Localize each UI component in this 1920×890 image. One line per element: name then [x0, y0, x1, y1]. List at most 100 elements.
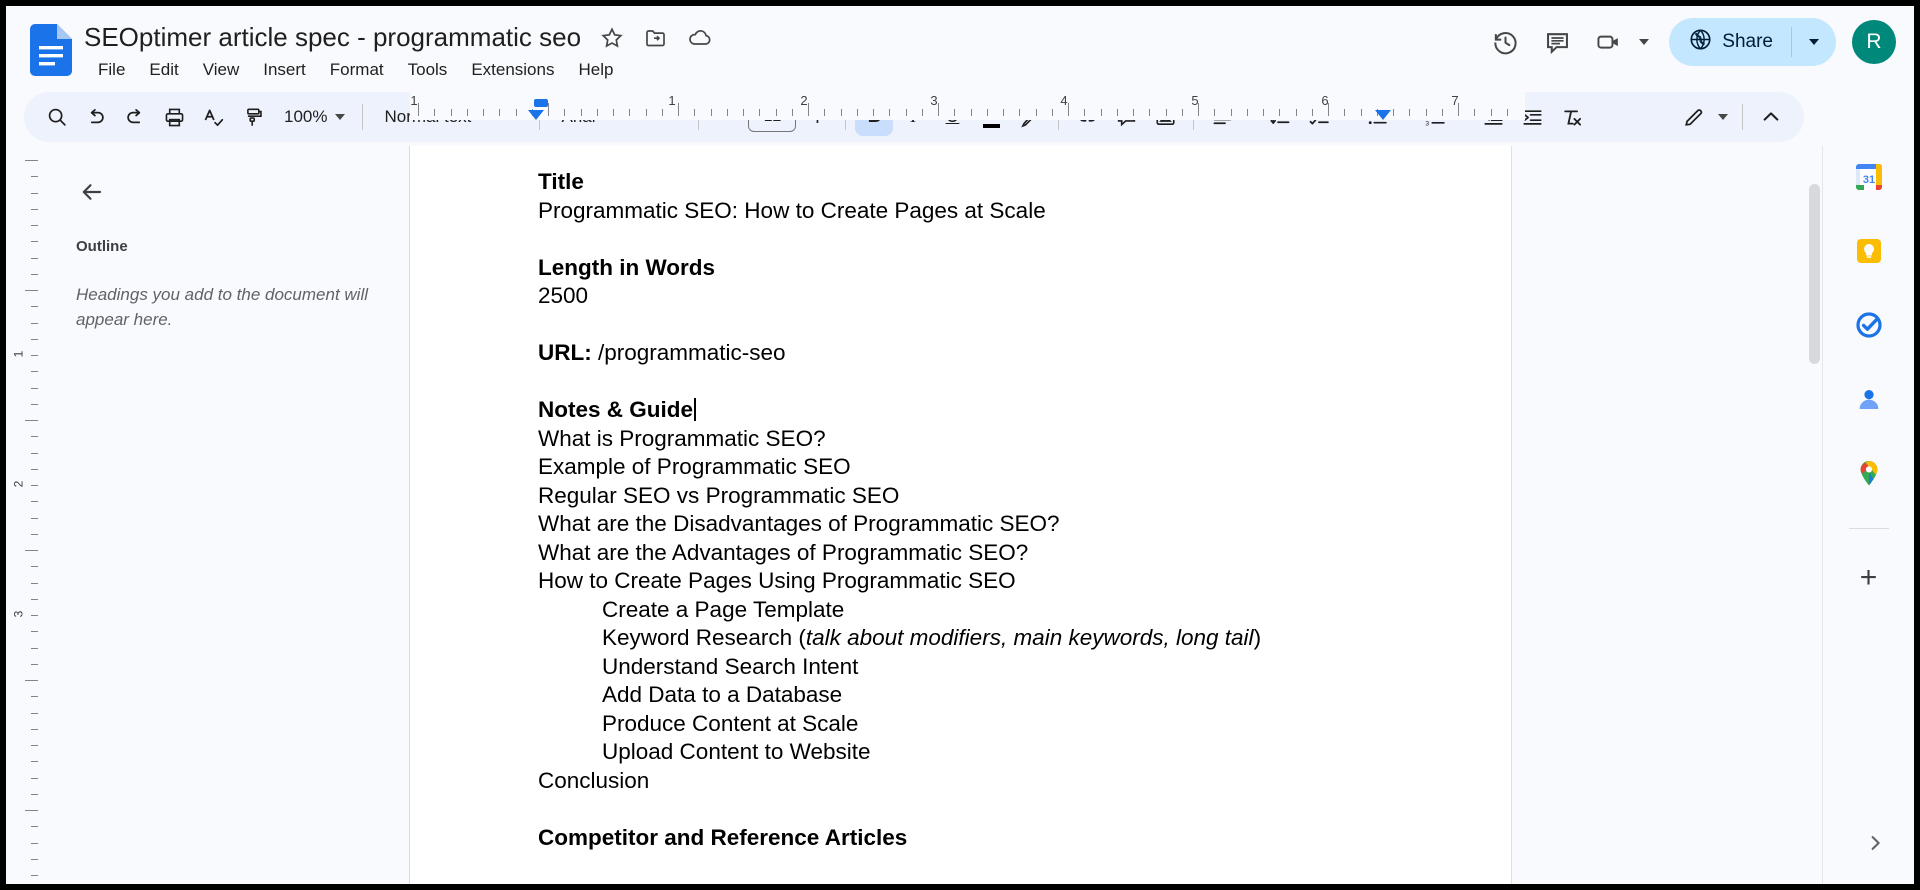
ruler-number: 3 — [930, 93, 937, 108]
share-dropdown-caret[interactable] — [1792, 18, 1836, 66]
editing-mode-dropdown-caret[interactable] — [1713, 98, 1733, 136]
ruler-tick — [1393, 109, 1394, 116]
document-paragraph[interactable]: Regular SEO vs Programmatic SEO — [538, 482, 1511, 511]
ruler-tick — [31, 209, 38, 210]
spellcheck-icon[interactable] — [194, 98, 232, 136]
share-button[interactable]: Share — [1669, 18, 1836, 66]
hide-toolbar-chevron-icon[interactable] — [1752, 98, 1790, 136]
vertical-scrollbar[interactable] — [1806, 146, 1822, 884]
document-paragraph[interactable]: Title — [538, 168, 1511, 197]
google-calendar-icon[interactable]: 31 — [1846, 154, 1892, 200]
ruler-tick — [31, 843, 38, 844]
right-indent-marker[interactable] — [1375, 110, 1391, 120]
version-history-icon[interactable] — [1481, 18, 1529, 66]
ruler-tick — [1426, 109, 1427, 116]
star-icon[interactable] — [599, 25, 625, 51]
redo-icon[interactable] — [116, 98, 154, 136]
search-icon[interactable] — [38, 98, 76, 136]
menu-insert[interactable]: Insert — [251, 58, 318, 82]
left-indent-marker[interactable] — [528, 110, 544, 120]
move-to-folder-icon[interactable] — [643, 25, 669, 51]
google-docs-icon[interactable] — [30, 24, 72, 76]
ruler-tick — [25, 160, 38, 161]
document-paragraph[interactable]: What are the Advantages of Programmatic … — [538, 539, 1511, 568]
page-title[interactable]: SEOptimer article spec - programmatic se… — [84, 22, 581, 53]
ruler-tick — [25, 680, 38, 681]
document-paragraph[interactable]: How to Create Pages Using Programmatic S… — [538, 567, 1511, 596]
ruler-tick — [31, 599, 38, 600]
document-paragraph[interactable]: Notes & Guide — [538, 396, 1511, 425]
document-paragraph[interactable]: What is Programmatic SEO? — [538, 425, 1511, 454]
google-tasks-icon[interactable] — [1846, 302, 1892, 348]
ruler-tick — [31, 778, 38, 779]
ruler-tick — [1052, 109, 1053, 116]
add-sidepanel-button[interactable]: + — [1846, 555, 1892, 601]
ruler-tick — [25, 290, 38, 291]
editing-mode-pencil-icon[interactable] — [1674, 98, 1712, 136]
document-page[interactable]: TitleProgrammatic SEO: How to Create Pag… — [410, 146, 1512, 884]
menu-format[interactable]: Format — [318, 58, 396, 82]
document-paragraph[interactable]: URL: /programmatic-seo — [538, 339, 1511, 368]
menu-edit[interactable]: Edit — [137, 58, 190, 82]
document-blank-line[interactable] — [538, 795, 1511, 824]
scrollbar-thumb[interactable] — [1809, 184, 1820, 364]
undo-icon[interactable] — [77, 98, 115, 136]
paint-format-icon[interactable] — [233, 98, 271, 136]
document-body[interactable]: TitleProgrammatic SEO: How to Create Pag… — [410, 146, 1511, 852]
document-blank-line[interactable] — [538, 225, 1511, 254]
document-paragraph[interactable]: Competitor and Reference Articles — [538, 824, 1511, 853]
document-blank-line[interactable] — [538, 368, 1511, 397]
document-paragraph[interactable]: Example of Programmatic SEO — [538, 453, 1511, 482]
left-indent-marker-bar[interactable] — [534, 99, 548, 107]
google-maps-icon[interactable] — [1846, 450, 1892, 496]
menu-tools[interactable]: Tools — [396, 58, 460, 82]
document-paragraph[interactable]: What are the Disadvantages of Programmat… — [538, 510, 1511, 539]
vertical-ruler[interactable]: 1 2 3 — [6, 146, 40, 884]
document-paragraph[interactable]: Create a Page Template — [538, 596, 1511, 625]
ruler-tick — [1409, 109, 1410, 116]
document-blank-line[interactable] — [538, 311, 1511, 340]
comment-history-icon[interactable] — [1533, 18, 1581, 66]
ruler-tick — [581, 109, 582, 116]
document-paragraph[interactable]: Upload Content to Website — [538, 738, 1511, 767]
document-paragraph[interactable]: Produce Content at Scale — [538, 710, 1511, 739]
document-paragraph[interactable]: Conclusion — [538, 767, 1511, 796]
outline-panel: Outline Headings you add to the document… — [40, 146, 410, 884]
text-cursor — [694, 398, 696, 421]
ruler-tick — [1458, 103, 1459, 116]
menu-file[interactable]: File — [86, 58, 137, 82]
toolbar-container: 100% Normal text Arial − 12 + B I — [6, 90, 1914, 146]
chevron-right-icon[interactable] — [1858, 826, 1892, 860]
google-contacts-icon[interactable] — [1846, 376, 1892, 422]
share-main[interactable]: Share — [1669, 18, 1791, 66]
ruler-tick — [31, 225, 38, 226]
menu-extensions[interactable]: Extensions — [459, 58, 566, 82]
menu-help[interactable]: Help — [566, 58, 625, 82]
ruler-tick — [776, 109, 777, 116]
arrow-left-icon[interactable] — [72, 172, 112, 212]
print-icon[interactable] — [155, 98, 193, 136]
menu-view[interactable]: View — [191, 58, 252, 82]
document-scroll-area[interactable]: TitleProgrammatic SEO: How to Create Pag… — [410, 146, 1810, 884]
google-keep-icon[interactable] — [1846, 228, 1892, 274]
cloud-saved-icon[interactable] — [687, 25, 713, 51]
avatar[interactable]: R — [1852, 20, 1896, 64]
video-camera-icon[interactable] — [1585, 18, 1633, 66]
document-paragraph[interactable]: Add Data to a Database — [538, 681, 1511, 710]
document-paragraph[interactable]: Understand Search Intent — [538, 653, 1511, 682]
document-paragraph[interactable]: Length in Words — [538, 254, 1511, 283]
video-dropdown-caret[interactable] — [1633, 18, 1655, 66]
ruler-tick — [1474, 109, 1475, 116]
zoom-dropdown[interactable]: 100% — [272, 98, 353, 136]
side-panel-rail: 31 — [1822, 146, 1914, 884]
ruler-tick — [841, 109, 842, 116]
ruler-tick — [629, 109, 630, 116]
ruler-tick — [694, 109, 695, 116]
ruler-tick — [31, 241, 38, 242]
document-paragraph[interactable]: 2500 — [538, 282, 1511, 311]
document-paragraph[interactable]: Keyword Research (talk about modifiers, … — [538, 624, 1511, 653]
horizontal-ruler[interactable]: 1 1 2 3 4 5 6 7 — [410, 90, 1525, 120]
clear-formatting-icon[interactable] — [1552, 98, 1590, 136]
ruler-tick — [1019, 109, 1020, 116]
document-paragraph[interactable]: Programmatic SEO: How to Create Pages at… — [538, 197, 1511, 226]
